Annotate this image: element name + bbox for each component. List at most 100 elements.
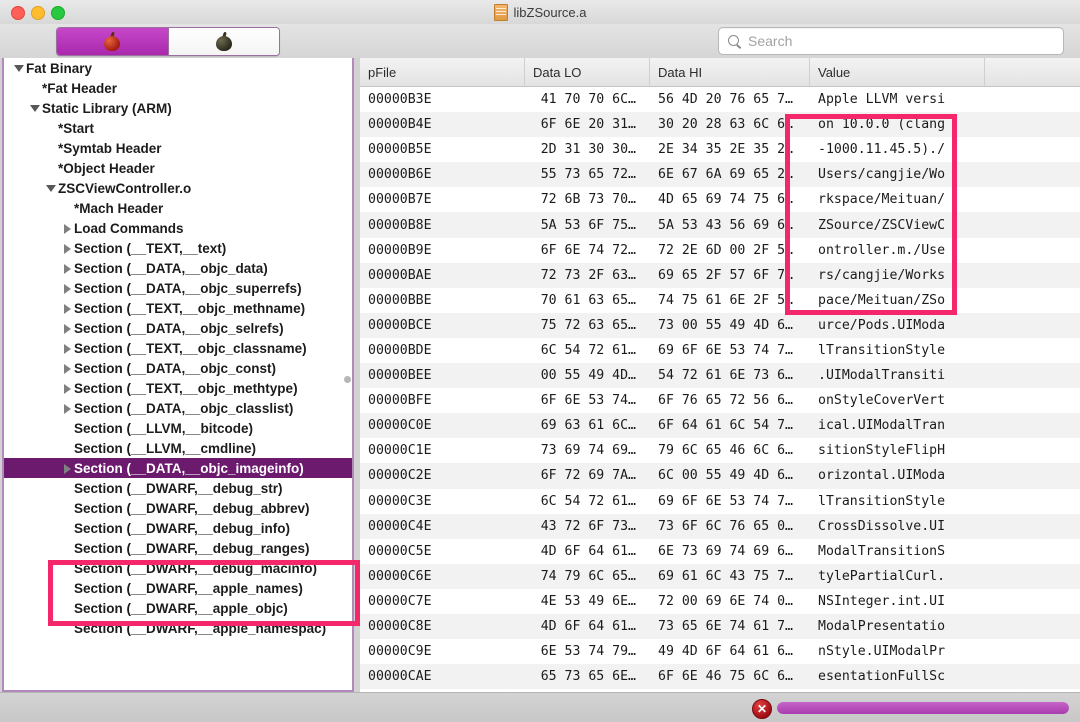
- cell-pfile: 00000B5E: [368, 142, 432, 158]
- table-row[interactable]: 00000C2E 6F 72 69 7A… 6C 00 55 49 4D 6… ori…: [360, 463, 1080, 489]
- tree-item[interactable]: Section (__DATA,__objc_superrefs): [4, 278, 352, 298]
- cell-data-lo: 72 6B 73 70…: [540, 192, 636, 208]
- tree-item[interactable]: Fat Binary: [4, 58, 352, 78]
- minimize-window-button[interactable]: [31, 6, 45, 20]
- disclosure-triangle-right-icon[interactable]: [60, 381, 74, 396]
- segment-apple-dark[interactable]: [167, 28, 279, 55]
- content-area: Fat Binary *Fat Header Static Library (ARM…: [0, 58, 1080, 692]
- disclosure-triangle-right-icon[interactable]: [60, 281, 74, 296]
- cell-pfile: 00000C8E: [368, 619, 432, 635]
- table-row[interactable]: 00000B7E 72 6B 73 70… 4D 65 69 74 75 6… rks…: [360, 187, 1080, 213]
- tree-item[interactable]: Section (__DWARF,__debug_str): [4, 478, 352, 498]
- table-body[interactable]: 00000B3E 41 70 70 6C… 56 4D 20 76 65 7… App…: [360, 87, 1080, 692]
- tree-item-label: *Fat Header: [42, 80, 118, 96]
- tree-item[interactable]: Section (__DWARF,__debug_abbrev): [4, 498, 352, 518]
- tree-item[interactable]: Section (__DWARF,__apple_names): [4, 578, 352, 598]
- tree-item[interactable]: Section (__DWARF,__apple_objc): [4, 598, 352, 618]
- tree-item[interactable]: *Start: [4, 118, 352, 138]
- tree-item[interactable]: Section (__TEXT,__objc_methtype): [4, 378, 352, 398]
- table-row[interactable]: 00000C1E 73 69 74 69… 79 6C 65 46 6C 6… sit…: [360, 438, 1080, 464]
- cell-pfile: 00000C6E: [368, 568, 432, 584]
- tree-item[interactable]: *Fat Header: [4, 78, 352, 98]
- table-row[interactable]: 00000C6E 74 79 6C 65… 69 61 6C 43 75 7… tyl…: [360, 563, 1080, 589]
- table-row[interactable]: 00000B8E 5A 53 6F 75… 5A 53 43 56 69 6… ZSo…: [360, 212, 1080, 238]
- disclosure-triangle-right-icon[interactable]: [60, 461, 74, 476]
- disclosure-triangle-right-icon[interactable]: [60, 301, 74, 316]
- disclosure-triangle-right-icon[interactable]: [60, 261, 74, 276]
- maximize-window-button[interactable]: [51, 6, 65, 20]
- table-row[interactable]: 00000C4E 43 72 6F 73… 73 6F 6C 76 65 0… Cro…: [360, 513, 1080, 539]
- table-row[interactable]: 00000BAE 72 73 2F 63… 69 65 2F 57 6F 7… rs/…: [360, 262, 1080, 288]
- tree-item[interactable]: Load Commands: [4, 218, 352, 238]
- tree-item[interactable]: Section (__LLVM,__cmdline): [4, 438, 352, 458]
- disclosure-triangle-right-icon[interactable]: [60, 341, 74, 356]
- column-header-pfile[interactable]: pFile: [360, 58, 525, 86]
- tree-item[interactable]: Section (__DATA,__objc_classlist): [4, 398, 352, 418]
- tree-item[interactable]: *Symtab Header: [4, 138, 352, 158]
- column-header-data-hi[interactable]: Data HI: [650, 58, 810, 86]
- cell-pfile: 00000BFE: [368, 393, 432, 409]
- disclosure-triangle-down-icon[interactable]: [44, 181, 58, 196]
- tree-item[interactable]: *Mach Header: [4, 198, 352, 218]
- tree-item[interactable]: Section (__DWARF,__debug_ranges): [4, 538, 352, 558]
- table-row[interactable]: 00000C8E 4D 6F 64 61… 73 65 6E 74 61 7… Mod…: [360, 613, 1080, 640]
- table-row[interactable]: 00000BBE 70 61 63 65… 74 75 61 6E 2F 5… pac…: [360, 287, 1080, 313]
- sidebar-scroll-thumb[interactable]: [344, 376, 351, 383]
- disclosure-triangle-right-icon[interactable]: [60, 321, 74, 336]
- table-row[interactable]: 00000C5E 4D 6F 64 61… 6E 73 69 74 69 6… Mod…: [360, 538, 1080, 564]
- table-row[interactable]: 00000BFE 6F 6E 53 74… 6F 76 65 72 56 6… onS…: [360, 388, 1080, 414]
- disclosure-triangle-right-icon[interactable]: [60, 241, 74, 256]
- column-header-value[interactable]: Value: [810, 58, 985, 86]
- table-row[interactable]: 00000C3E 6C 54 72 61… 69 6F 6E 53 74 7… lTr…: [360, 488, 1080, 514]
- sidebar-scrollbar[interactable]: [343, 58, 352, 690]
- cell-data-hi: 6E 67 6A 69 65 2…: [658, 167, 793, 183]
- tree-item[interactable]: Section (__DATA,__objc_imageinfo): [4, 458, 352, 478]
- table-row[interactable]: 00000C7E 4E 53 49 6E… 72 00 69 6E 74 0… NSI…: [360, 588, 1080, 614]
- binary-structure-tree[interactable]: Fat Binary *Fat Header Static Library (ARM…: [4, 58, 352, 690]
- disclosure-triangle-down-icon[interactable]: [12, 61, 26, 76]
- table-row[interactable]: 00000B4E 6F 6E 20 31… 30 20 28 63 6C 6… on …: [360, 112, 1080, 138]
- tree-item[interactable]: Section (__DATA,__objc_data): [4, 258, 352, 278]
- table-row[interactable]: 00000C9E 6E 53 74 79… 49 4D 6F 64 61 6… nSt…: [360, 639, 1080, 665]
- tree-item[interactable]: *Object Header: [4, 158, 352, 178]
- table-row[interactable]: 00000BDE 6C 54 72 61… 69 6F 6E 53 74 7… lTr…: [360, 337, 1080, 364]
- table-row[interactable]: 00000CAE 65 73 65 6E… 6F 6E 46 75 6C 6… ese…: [360, 664, 1080, 690]
- tree-item[interactable]: Static Library (ARM): [4, 98, 352, 118]
- table-row[interactable]: 00000BEE 00 55 49 4D… 54 72 61 6E 73 6… .UI…: [360, 363, 1080, 389]
- apple-red-icon: [103, 31, 121, 52]
- tree-item[interactable]: Section (__DWARF,__debug_macinfo): [4, 558, 352, 578]
- tree-item[interactable]: Section (__DATA,__objc_const): [4, 358, 352, 378]
- table-row[interactable]: 00000B3E 41 70 70 6C… 56 4D 20 76 65 7… App…: [360, 87, 1080, 113]
- table-row[interactable]: 00000C0E 69 63 61 6C… 6F 64 61 6C 54 7… ica…: [360, 413, 1080, 439]
- cell-pfile: 00000C2E: [368, 468, 432, 484]
- tree-item[interactable]: Section (__TEXT,__objc_methname): [4, 298, 352, 318]
- tree-item-label: Section (__TEXT,__text): [74, 240, 227, 256]
- search-icon: [728, 34, 741, 48]
- cell-data-lo: 72 73 2F 63…: [540, 267, 636, 283]
- tree-item[interactable]: Section (__DWARF,__apple_namespac): [4, 618, 352, 638]
- table-row[interactable]: 00000B5E 2D 31 30 30… 2E 34 35 2E 35 2… -10…: [360, 137, 1080, 163]
- tree-item[interactable]: Section (__TEXT,__objc_classname): [4, 338, 352, 358]
- tree-item[interactable]: Section (__DATA,__objc_selrefs): [4, 318, 352, 338]
- stop-cancel-icon[interactable]: ✕: [752, 699, 772, 719]
- close-window-button[interactable]: [11, 6, 25, 20]
- tree-item[interactable]: Section (__DWARF,__debug_info): [4, 518, 352, 538]
- cell-pfile: 00000B8E: [368, 217, 432, 233]
- tree-item[interactable]: Section (__TEXT,__text): [4, 238, 352, 258]
- tree-item[interactable]: ZSCViewController.o: [4, 178, 352, 198]
- disclosure-triangle-right-icon[interactable]: [60, 221, 74, 236]
- column-header-data-lo[interactable]: Data LO: [525, 58, 650, 86]
- table-row[interactable]: 00000BCE 75 72 63 65… 73 00 55 49 4D 6… urc…: [360, 312, 1080, 338]
- search-input[interactable]: Search: [718, 27, 1064, 55]
- tree-item-label: Section (__DWARF,__debug_abbrev): [74, 500, 310, 516]
- cell-data-lo: 74 79 6C 65…: [540, 568, 636, 584]
- segment-apple-red[interactable]: [57, 28, 168, 55]
- table-row[interactable]: 00000B9E 6F 6E 74 72… 72 2E 6D 00 2F 5… ont…: [360, 237, 1080, 263]
- view-mode-segmented-control[interactable]: [56, 27, 280, 56]
- table-row[interactable]: 00000B6E 55 73 65 72… 6E 67 6A 69 65 2… Use…: [360, 162, 1080, 188]
- tree-item[interactable]: Section (__LLVM,__bitcode): [4, 418, 352, 438]
- tree-item-label: Section (__DWARF,__debug_macinfo): [74, 560, 318, 576]
- disclosure-triangle-right-icon[interactable]: [60, 401, 74, 416]
- disclosure-triangle-down-icon[interactable]: [28, 101, 42, 116]
- disclosure-triangle-right-icon[interactable]: [60, 361, 74, 376]
